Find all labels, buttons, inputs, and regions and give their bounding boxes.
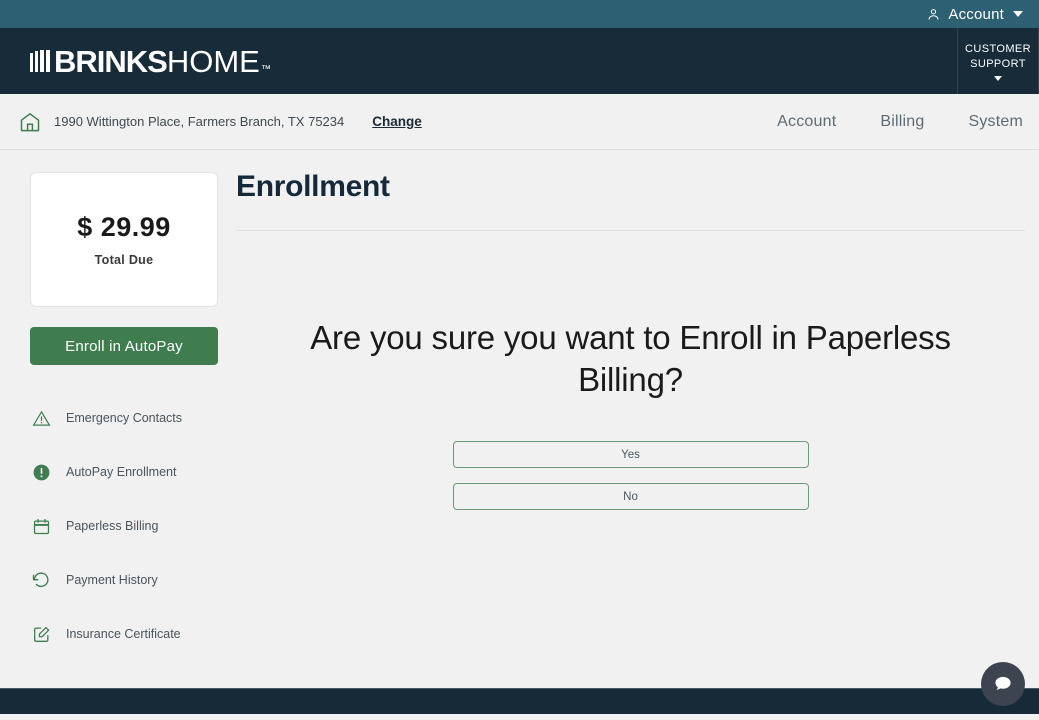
logo-bars-icon bbox=[30, 49, 50, 72]
sidebar-item-paperless-billing[interactable]: Paperless Billing bbox=[30, 499, 218, 553]
brand-header: BRINKS HOME ™ CUSTOMER SUPPORT bbox=[0, 28, 1039, 94]
main-navigation: Account Billing System bbox=[777, 113, 1029, 131]
logo-brinks-text: BRINKS bbox=[54, 43, 168, 79]
sidebar-item-autopay-enrollment[interactable]: AutoPay Enrollment bbox=[30, 445, 218, 499]
change-address-link[interactable]: Change bbox=[372, 114, 422, 129]
calendar-icon bbox=[30, 517, 52, 536]
confirmation-question: Are you sure you want to Enroll in Paper… bbox=[310, 319, 951, 398]
customer-support-line1: CUSTOMER bbox=[965, 42, 1031, 55]
page-content: $ 29.99 Total Due Enroll in AutoPay Emer… bbox=[0, 150, 1039, 688]
sidebar-menu: Emergency Contacts AutoPay Enrollment Pa… bbox=[30, 391, 218, 661]
account-menu-button[interactable]: Account bbox=[926, 6, 1023, 23]
nav-item-system[interactable]: System bbox=[968, 113, 1023, 131]
sidebar-item-emergency-contacts[interactable]: Emergency Contacts bbox=[30, 391, 218, 445]
sub-navigation-bar: 1990 Wittington Place, Farmers Branch, T… bbox=[0, 94, 1039, 150]
history-icon bbox=[30, 570, 52, 590]
no-button[interactable]: No bbox=[452, 483, 809, 510]
warning-triangle-icon bbox=[30, 409, 52, 428]
page-title: Enrollment bbox=[236, 170, 390, 203]
chat-widget-button[interactable] bbox=[981, 662, 1025, 706]
total-due-label: Total Due bbox=[94, 253, 154, 267]
alert-circle-icon bbox=[30, 463, 52, 482]
sidebar-item-label: Insurance Certificate bbox=[66, 627, 181, 641]
confirmation-choices: Yes No bbox=[452, 441, 809, 510]
nav-item-account[interactable]: Account bbox=[777, 113, 836, 131]
page-footer bbox=[0, 688, 1039, 714]
chevron-down-icon bbox=[1013, 11, 1023, 17]
top-utility-bar: Account bbox=[0, 0, 1039, 28]
sidebar: $ 29.99 Total Due Enroll in AutoPay Emer… bbox=[0, 150, 218, 688]
brinks-home-logo[interactable]: BRINKS HOME ™ bbox=[0, 28, 271, 94]
sidebar-item-label: Emergency Contacts bbox=[66, 411, 183, 425]
enroll-in-autopay-button[interactable]: Enroll in AutoPay bbox=[30, 327, 218, 365]
total-due-card: $ 29.99 Total Due bbox=[30, 172, 218, 307]
address-group: 1990 Wittington Place, Farmers Branch, T… bbox=[18, 110, 422, 134]
customer-support-menu[interactable]: CUSTOMER SUPPORT bbox=[957, 28, 1039, 94]
sidebar-item-label: Payment History bbox=[66, 573, 158, 587]
sidebar-item-label: AutoPay Enrollment bbox=[66, 465, 177, 479]
title-divider bbox=[236, 230, 1025, 231]
yes-button[interactable]: Yes bbox=[452, 441, 809, 468]
customer-support-line2: SUPPORT bbox=[970, 57, 1026, 70]
chevron-down-icon bbox=[994, 75, 1002, 81]
logo-trademark-symbol: ™ bbox=[260, 63, 271, 75]
sidebar-item-payment-history[interactable]: Payment History bbox=[30, 553, 218, 607]
sidebar-item-label: Paperless Billing bbox=[66, 519, 159, 533]
main-panel: Enrollment Are you sure you want to Enro… bbox=[218, 150, 1039, 688]
edit-square-icon bbox=[30, 625, 52, 644]
service-address: 1990 Wittington Place, Farmers Branch, T… bbox=[54, 114, 345, 129]
person-icon bbox=[928, 8, 939, 20]
home-icon bbox=[20, 112, 40, 131]
total-due-amount: $ 29.99 bbox=[77, 212, 171, 242]
logo-home-text: HOME bbox=[166, 43, 260, 79]
nav-item-billing[interactable]: Billing bbox=[880, 113, 924, 131]
account-menu-label: Account bbox=[948, 5, 1004, 23]
chat-bubble-icon bbox=[995, 676, 1011, 690]
sidebar-item-insurance-certificate[interactable]: Insurance Certificate bbox=[30, 607, 218, 661]
